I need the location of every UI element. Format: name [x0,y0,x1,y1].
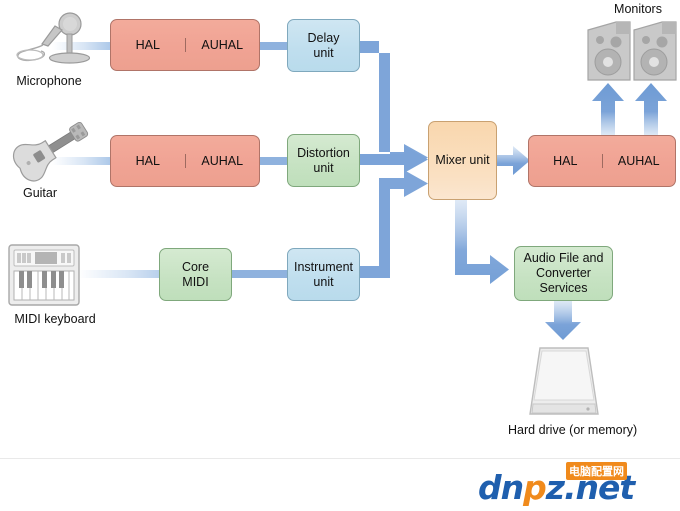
audio-file-services-line2: Converter [536,266,591,281]
mixer-unit-label: Mixer unit [435,153,490,168]
microphone-icon [16,12,90,64]
watermark-chinese-badge: 电脑配置网 [566,462,627,480]
instrument-unit-line2: unit [313,274,334,289]
arrow-distortion-to-mixer [360,146,428,173]
auhal-segment-output[interactable]: AUHAL [603,154,676,169]
node-hal-auhal-microphone[interactable]: HAL AUHAL [110,19,260,71]
guitar-label: Guitar [22,186,58,200]
node-hal-auhal-output[interactable]: HAL AUHAL [528,135,676,187]
core-midi-line1: Core [181,259,210,274]
node-core-midi[interactable]: Core MIDI [159,248,232,301]
node-instrument-unit[interactable]: Instrument unit [287,248,360,301]
wire-midi-to-coremidi [78,270,170,278]
midi-keyboard-icon [8,244,80,306]
node-delay-unit[interactable]: Delay unit [287,19,360,72]
hal-segment-microphone[interactable]: HAL [111,37,186,53]
hal-label: HAL [135,37,160,52]
arrow-delay-to-mixer [360,41,428,171]
watermark-p: p [523,468,547,507]
distortion-unit-line1: Distortion [297,145,350,160]
node-hal-auhal-guitar[interactable]: HAL AUHAL [110,135,260,187]
auhal-label: AUHAL [201,153,244,168]
diagram-canvas: Microphone Guitar MIDI keyboard Monitors… [0,0,680,511]
hard-drive-label-line1: Hard drive [508,423,566,437]
arrow-audiofile-to-harddrive [545,301,581,340]
monitors-label: Monitors [614,2,662,16]
arrow-auhal-to-monitor-left [592,83,624,135]
delay-unit-line2: unit [313,45,334,60]
auhal-label: AUHAL [201,37,244,52]
microphone-label: Microphone [16,74,82,88]
guitar-icon [12,121,89,182]
node-audio-file-converter-services[interactable]: Audio File and Converter Services [514,246,613,301]
hal-label: HAL [553,153,578,168]
site-watermark: dnpz.net 电脑配置网 [478,462,674,507]
hard-drive-label: Hard drive (or memory) [508,423,637,438]
node-mixer-unit[interactable]: Mixer unit [428,121,497,200]
hal-segment-guitar[interactable]: HAL [111,153,186,169]
watermark-z: z [545,468,565,507]
distortion-unit-line2: unit [313,160,334,175]
hal-label: HAL [135,153,160,168]
arrow-mixer-to-hal [497,146,530,175]
delay-unit-line1: Delay [307,30,340,45]
wire-coremidi-to-instrument [232,270,288,278]
node-distortion-unit[interactable]: Distortion unit [287,134,360,187]
audio-file-services-line1: Audio File and [523,251,604,266]
arrow-mixer-to-audiofile [455,200,509,284]
core-midi-line2: MIDI [182,274,209,289]
hard-drive-icon [529,347,599,415]
footer-divider [0,458,680,459]
hard-drive-label-line2: (or memory) [569,423,638,437]
auhal-segment-microphone[interactable]: AUHAL [186,38,260,53]
hal-segment-output[interactable]: HAL [529,153,603,169]
watermark-dn: dn [478,468,524,507]
midi-keyboard-label: MIDI keyboard [14,312,96,326]
arrow-auhal-to-monitor-right [635,83,667,135]
auhal-label: AUHAL [617,153,660,168]
wire-auhal-to-delay [260,42,288,50]
auhal-segment-guitar[interactable]: AUHAL [186,154,260,169]
audio-file-services-line3: Services [539,280,588,295]
instrument-unit-line1: Instrument [293,259,354,274]
wire-auhal-to-distortion [260,157,288,165]
arrow-instrument-to-mixer [360,170,428,278]
studio-monitors-icon [587,21,677,81]
